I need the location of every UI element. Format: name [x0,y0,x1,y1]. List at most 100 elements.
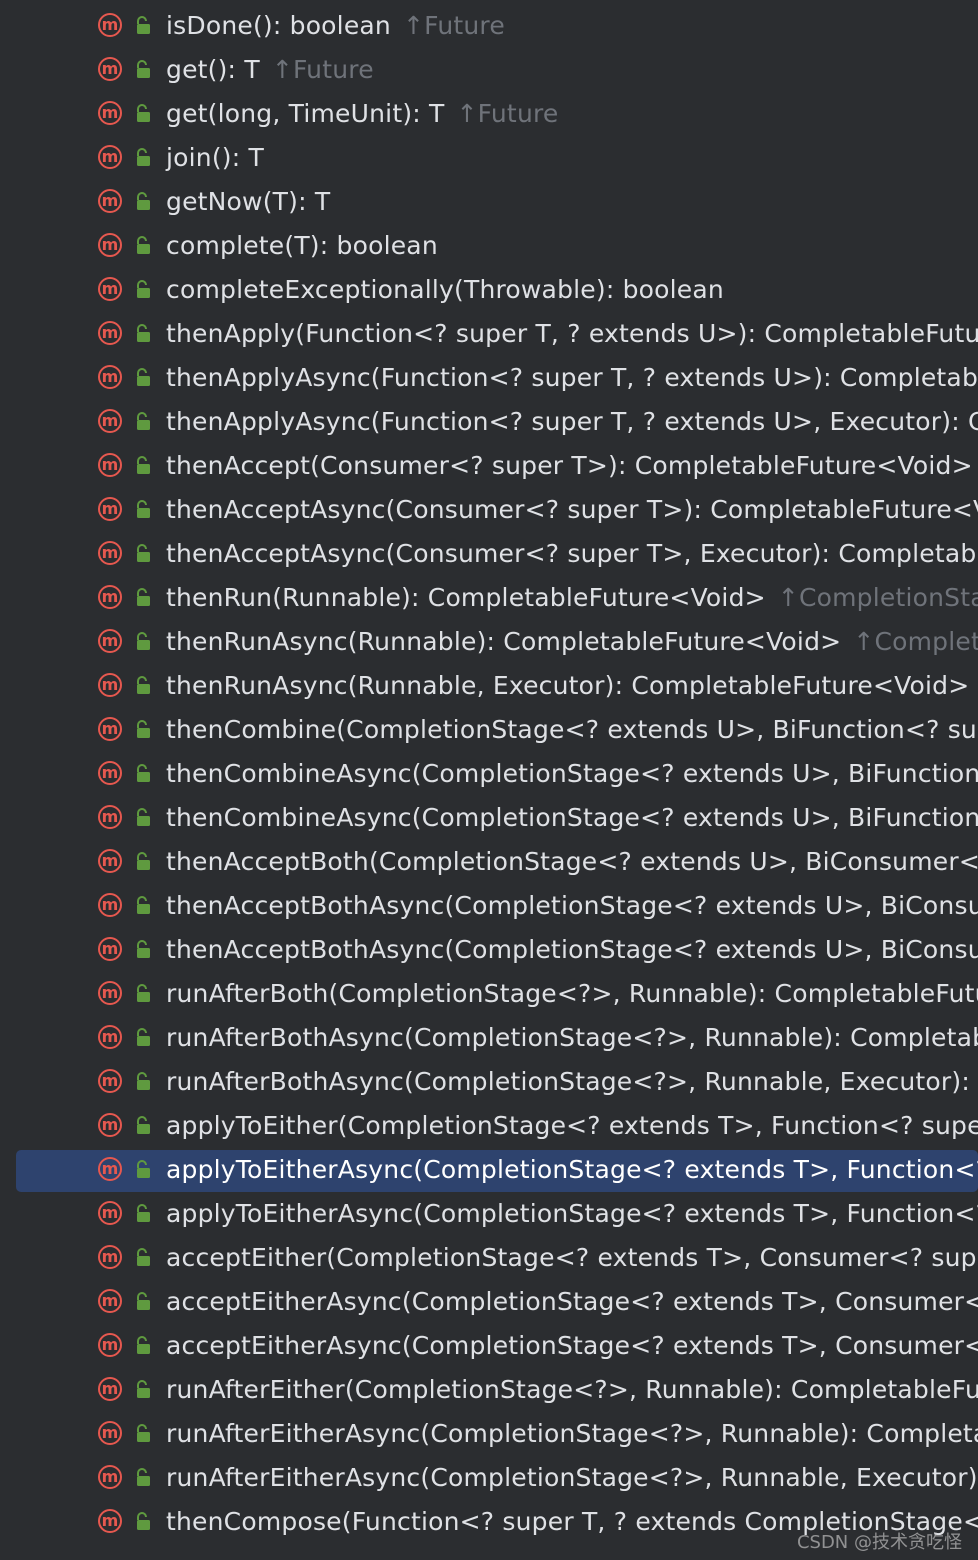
public-lock-icon [135,1468,151,1486]
method-m-icon: m [98,497,122,521]
method-row[interactable]: m thenAcceptAsync(Consumer<? super T>): C… [0,489,978,533]
signature-text: thenAcceptBothAsync(CompletionStage<? ex… [166,891,978,920]
method-row[interactable]: m thenCombine(CompletionStage<? extends U… [0,709,978,753]
method-owner: ↑Completio [853,627,978,656]
method-row[interactable]: m thenCombineAsync(CompletionStage<? exte… [0,797,978,841]
method-row[interactable]: m complete(T): boolean [0,225,978,269]
method-m-icon: m [98,145,122,169]
method-signature: runAfterEither(CompletionStage<?>, Runna… [166,1374,978,1406]
public-lock-icon [135,1336,151,1354]
method-row[interactable]: m completeExceptionally(Throwable): boole… [0,269,978,313]
signature-text: thenApplyAsync(Function<? super T, ? ext… [166,363,978,392]
method-row[interactable]: m acceptEitherAsync(CompletionStage<? ext… [0,1281,978,1325]
signature-text: join(): T [166,143,264,172]
method-m-icon: m [98,717,122,741]
signature-text: thenAcceptAsync(Consumer<? super T>, Exe… [166,539,978,568]
method-m-icon: m [98,321,122,345]
method-row[interactable]: m applyToEitherAsync(CompletionStage<? ex… [0,1193,978,1237]
method-row[interactable]: m get(): T ↑Future [0,49,978,93]
method-row[interactable]: m thenAcceptBoth(CompletionStage<? extend… [0,841,978,885]
method-row[interactable]: m thenCombineAsync(CompletionStage<? exte… [0,753,978,797]
public-lock-icon [135,808,151,826]
method-signature: get(long, TimeUnit): T ↑Future [166,98,559,130]
method-row[interactable]: m isDone(): boolean ↑Future [0,5,978,49]
method-signature: isDone(): boolean ↑Future [166,10,505,42]
method-row[interactable]: m runAfterEitherAsync(CompletionStage<?>,… [0,1457,978,1501]
signature-text: thenCombineAsync(CompletionStage<? exten… [166,803,978,832]
method-signature: acceptEither(CompletionStage<? extends T… [166,1242,978,1274]
method-signature: thenRun(Runnable): CompletableFuture<Voi… [166,582,978,614]
method-row[interactable]: m runAfterEitherAsync(CompletionStage<?>,… [0,1413,978,1457]
method-row[interactable]: m acceptEither(CompletionStage<? extends … [0,1237,978,1281]
signature-text: complete(T): boolean [166,231,438,260]
public-lock-icon [135,632,151,650]
method-row[interactable]: m runAfterBothAsync(CompletionStage<?>, R… [0,1017,978,1061]
method-signature: thenAcceptBoth(CompletionStage<? extends… [166,846,978,878]
method-signature: thenRunAsync(Runnable): CompletableFutur… [166,626,978,658]
method-signature: thenAcceptBothAsync(CompletionStage<? ex… [166,890,978,922]
method-row[interactable]: m acceptEitherAsync(CompletionStage<? ext… [0,1325,978,1369]
method-row[interactable]: m thenRunAsync(Runnable): CompletableFutu… [0,621,978,665]
signature-text: acceptEither(CompletionStage<? extends T… [166,1243,978,1272]
method-row[interactable]: m thenAcceptAsync(Consumer<? super T>, Ex… [0,533,978,577]
signature-text: completeExceptionally(Throwable): boolea… [166,275,724,304]
method-signature: acceptEitherAsync(CompletionStage<? exte… [166,1330,978,1362]
method-m-icon: m [98,1377,122,1401]
public-lock-icon [135,16,151,34]
signature-text: runAfterBothAsync(CompletionStage<?>, Ru… [166,1067,978,1096]
method-m-icon: m [98,101,122,125]
public-lock-icon [135,1512,151,1530]
method-row[interactable]: m thenAcceptBothAsync(CompletionStage<? e… [0,929,978,973]
public-lock-icon [135,104,151,122]
method-row[interactable]: m applyToEither(CompletionStage<? extends… [0,1105,978,1149]
method-signature: thenAcceptBothAsync(CompletionStage<? ex… [166,934,978,966]
signature-text: runAfterEitherAsync(CompletionStage<?>, … [166,1463,978,1492]
method-m-icon: m [98,409,122,433]
public-lock-icon [135,412,151,430]
method-row[interactable]: m getNow(T): T [0,181,978,225]
method-row[interactable]: m runAfterEither(CompletionStage<?>, Runn… [0,1369,978,1413]
method-m-icon: m [98,893,122,917]
public-lock-icon [135,500,151,518]
public-lock-icon [135,280,151,298]
method-m-icon: m [98,1465,122,1489]
method-row[interactable]: m runAfterBothAsync(CompletionStage<?>, R… [0,1061,978,1105]
method-signature: thenCombineAsync(CompletionStage<? exten… [166,758,978,790]
public-lock-icon [135,1160,151,1178]
method-row[interactable]: m thenApplyAsync(Function<? super T, ? ex… [0,357,978,401]
method-signature: applyToEither(CompletionStage<? extends … [166,1110,978,1142]
method-m-icon: m [98,937,122,961]
method-row[interactable]: m thenAcceptBothAsync(CompletionStage<? e… [0,885,978,929]
public-lock-icon [135,1380,151,1398]
public-lock-icon [135,236,151,254]
public-lock-icon [135,896,151,914]
method-signature: complete(T): boolean [166,230,438,262]
public-lock-icon [135,676,151,694]
method-signature: runAfterBothAsync(CompletionStage<?>, Ru… [166,1066,978,1098]
method-row[interactable]: m thenRun(Runnable): CompletableFuture<Vo… [0,577,978,621]
public-lock-icon [135,1116,151,1134]
method-m-icon: m [98,805,122,829]
method-m-icon: m [98,1069,122,1093]
method-m-icon: m [98,13,122,37]
signature-text: thenApply(Function<? super T, ? extends … [166,319,978,348]
method-signature: thenRunAsync(Runnable, Executor): Comple… [166,670,978,702]
method-row[interactable]: m join(): T [0,137,978,181]
method-row[interactable]: m thenApplyAsync(Function<? super T, ? ex… [0,401,978,445]
method-row[interactable]: m thenAccept(Consumer<? super T>): Comple… [0,445,978,489]
signature-text: applyToEitherAsync(CompletionStage<? ext… [166,1199,978,1228]
method-list: m isDone(): boolean ↑Future m get(): T ↑Futur… [0,5,978,1545]
method-m-icon: m [98,1157,122,1181]
method-owner: ↑Future [271,55,374,84]
method-row[interactable]: m get(long, TimeUnit): T ↑Future [0,93,978,137]
method-row[interactable]: m thenApply(Function<? super T, ? extends… [0,313,978,357]
method-row[interactable]: m thenRunAsync(Runnable, Executor): Compl… [0,665,978,709]
signature-text: applyToEitherAsync(CompletionStage<? ext… [166,1155,978,1184]
method-row[interactable]: m runAfterBoth(CompletionStage<?>, Runnab… [0,973,978,1017]
method-m-icon: m [98,673,122,697]
method-signature: thenApplyAsync(Function<? super T, ? ext… [166,362,978,394]
method-signature: runAfterEitherAsync(CompletionStage<?>, … [166,1462,978,1494]
method-row-selected[interactable]: m applyToEitherAsync(CompletionStage<? ex… [0,1149,978,1193]
signature-text: applyToEither(CompletionStage<? extends … [166,1111,978,1140]
public-lock-icon [135,368,151,386]
